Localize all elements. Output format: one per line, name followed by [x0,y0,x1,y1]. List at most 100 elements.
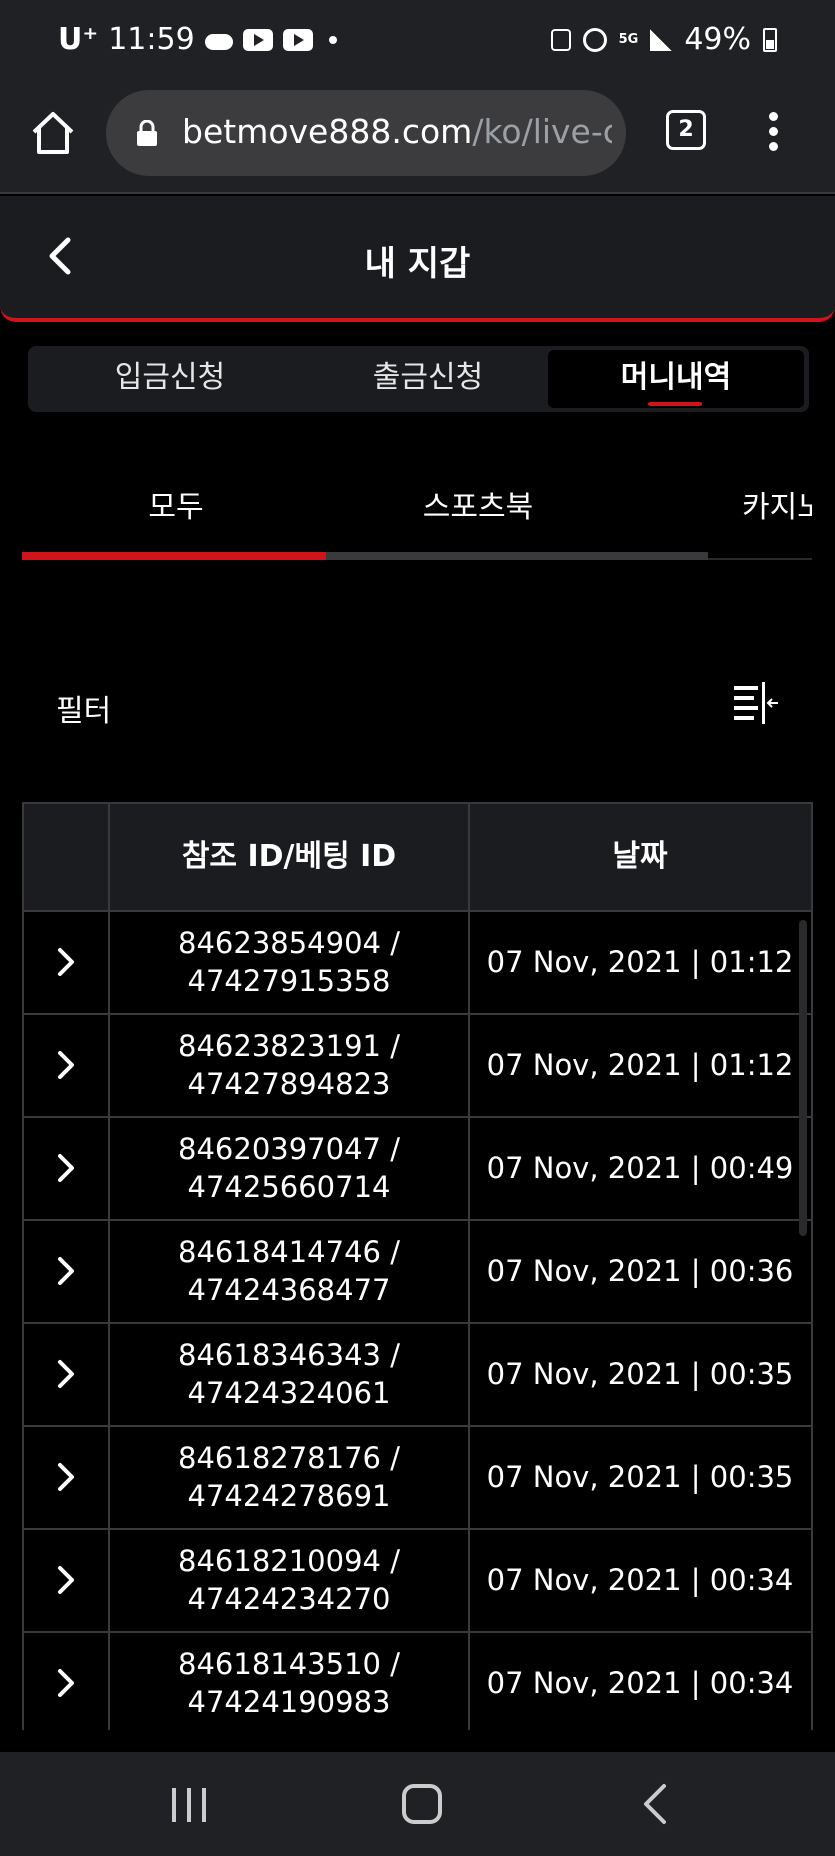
chevron-right-icon [58,1154,74,1182]
expand-row-button[interactable] [24,1015,110,1116]
url-text: betmove888.com/ko/live-ca [182,112,612,151]
ref-id: 84618210094 / [178,1544,400,1578]
filter-toggle-button[interactable] [732,682,780,724]
chevron-right-icon [58,1051,74,1079]
url-host: betmove888.com [182,112,473,151]
wallet-tabs: 입금신청 출금신청 머니내역 [28,346,809,412]
money-history-table: 참조 ID/베팅 ID 날짜 84623854904 / 47427915358 … [22,802,813,1730]
table-row[interactable]: 84623823191 / 47427894823 07 Nov, 2021 | … [24,1015,811,1118]
status-bar: U⁺ 11:59 5G 49% [0,0,835,86]
alarm-icon [582,27,607,52]
date-cell: 07 Nov, 2021 | 01:12 [486,1048,794,1082]
date-cell: 07 Nov, 2021 | 00:35 [486,1460,794,1494]
chevron-right-icon [58,1669,74,1697]
subtab-divider [708,558,812,560]
more-options-button[interactable] [766,112,780,156]
table-row[interactable]: 84618210094 / 47424234270 07 Nov, 2021 | … [24,1530,811,1633]
ref-id: 84623823191 / [178,1029,400,1063]
subtab-active-indicator [22,552,326,560]
bet-id: 47424190983 [187,1685,391,1719]
youtube-icon [242,28,273,51]
tab-switcher-button[interactable]: 2 [666,110,706,150]
table-scrollbar[interactable] [799,920,807,1236]
expand-row-button[interactable] [24,1324,110,1425]
ref-id: 84620397047 / [178,1132,400,1166]
date-cell: 07 Nov, 2021 | 00:34 [486,1563,794,1597]
table-row[interactable]: 84618278176 / 47424278691 07 Nov, 2021 | … [24,1427,811,1530]
url-path: /ko/live-ca [472,112,612,151]
table-row[interactable]: 84618346343 / 47424324061 07 Nov, 2021 | … [24,1324,811,1427]
youtube-icon [282,28,313,51]
expand-row-button[interactable] [24,1221,110,1322]
bet-id: 47424368477 [187,1273,391,1307]
date-cell: 07 Nov, 2021 | 00:34 [486,1666,794,1700]
cloud-icon [204,33,233,50]
filter-collapse-icon [734,682,778,724]
table-row[interactable]: 84623854904 / 47427915358 07 Nov, 2021 | … [24,912,811,1015]
app-header: 내 지갑 [0,196,835,322]
battery-percent: 49% [684,22,751,57]
date-cell: 07 Nov, 2021 | 00:35 [486,1357,794,1391]
chevron-right-icon [58,1360,74,1388]
chevron-right-icon [58,1257,74,1285]
chevron-right-icon [58,948,74,976]
home-icon [32,112,74,154]
recents-icon [187,1788,191,1822]
expand-row-button[interactable] [24,1633,110,1730]
bet-id: 47427915358 [187,964,391,998]
ref-bet-id-cell: 84618210094 / 47424234270 [110,1542,468,1618]
bet-id: 47424324061 [187,1376,391,1410]
ref-bet-id-cell: 84618414746 / 47424368477 [110,1233,468,1309]
ref-id: 84623854904 / [178,926,400,960]
clock: 11:59 [108,22,195,57]
home-nav-button[interactable] [402,1784,442,1824]
battery-icon [763,27,777,52]
chevron-right-icon [58,1463,74,1491]
column-divider [468,802,470,1730]
address-bar[interactable]: betmove888.com/ko/live-ca [106,90,626,176]
table-header: 참조 ID/베팅 ID 날짜 [24,802,811,912]
dot-icon [768,127,778,136]
column-header-date: 날짜 [612,839,668,874]
bet-id: 47425660714 [187,1170,391,1204]
browser-toolbar: betmove888.com/ko/live-ca 2 [0,86,835,194]
bet-id: 47424278691 [187,1479,391,1513]
expand-row-button[interactable] [24,1118,110,1219]
expand-row-button[interactable] [24,1530,110,1631]
bet-id: 47424234270 [187,1582,391,1616]
home-button[interactable] [28,108,78,158]
status-bar-right: 5G 49% [550,22,777,57]
recents-button[interactable] [170,1788,208,1822]
tab-deposit-request[interactable]: 입금신청 [42,350,298,408]
status-bar-left: U⁺ 11:59 [58,22,337,57]
filter-label: 필터 [56,694,112,729]
tab-withdraw-request[interactable]: 출금신청 [300,350,556,408]
expand-row-button[interactable] [24,912,110,1013]
date-cell: 07 Nov, 2021 | 00:36 [486,1254,794,1288]
column-divider [108,802,110,1730]
ref-bet-id-cell: 84623823191 / 47427894823 [110,1027,468,1103]
recents-icon [202,1788,206,1822]
subtab-scroll-track [326,552,708,560]
subtab-casino[interactable]: 카지노 [622,482,812,526]
table-row[interactable]: 84618143510 / 47424190983 07 Nov, 2021 | … [24,1633,811,1730]
subtab-sportsbook[interactable]: 스포츠북 [328,482,628,526]
lock-icon [137,120,157,146]
ref-bet-id-cell: 84620397047 / 47425660714 [110,1130,468,1206]
ref-bet-id-cell: 84623854904 / 47427915358 [110,924,468,1000]
back-nav-button[interactable] [640,1782,670,1826]
dot-icon [768,112,778,121]
system-nav-bar [0,1752,835,1856]
chevron-right-icon [58,1566,74,1594]
table-row[interactable]: 84620397047 / 47425660714 07 Nov, 2021 | … [24,1118,811,1221]
ref-id: 84618143510 / [178,1647,400,1681]
lock-notification-icon [550,28,571,51]
table-row[interactable]: 84618414746 / 47424368477 07 Nov, 2021 | … [24,1221,811,1324]
network-type: 5G [618,31,639,47]
tab-money-history[interactable]: 머니내역 [548,350,804,408]
expand-row-button[interactable] [24,1427,110,1528]
ref-bet-id-cell: 84618278176 / 47424278691 [110,1439,468,1515]
ref-id: 84618414746 / [178,1235,400,1269]
ref-id: 84618346343 / [178,1338,400,1372]
subtab-all[interactable]: 모두 [26,482,326,526]
